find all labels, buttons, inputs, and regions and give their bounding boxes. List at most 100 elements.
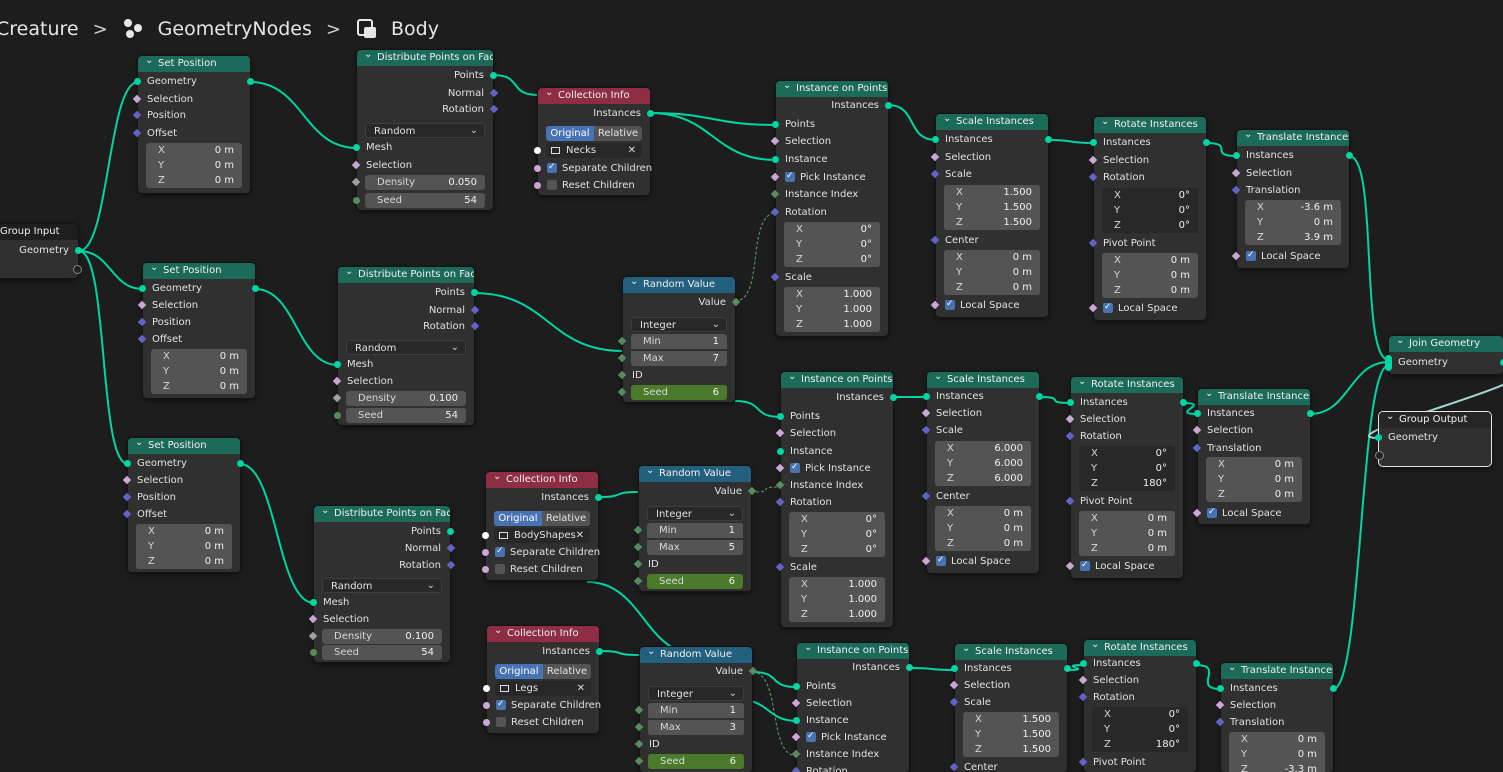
scale-y-field[interactable]: Y 1.000: [789, 592, 885, 607]
scale-z-field[interactable]: Z 1.000: [784, 317, 880, 332]
node-header[interactable]: Set Position: [138, 56, 250, 72]
input-socket[interactable]: [777, 413, 784, 420]
input-socket[interactable]: [1217, 685, 1224, 692]
scale-y-field[interactable]: Y 6.000: [935, 456, 1031, 471]
scale-z-field[interactable]: Z 1.500: [944, 215, 1040, 230]
input-socket[interactable]: [775, 480, 785, 490]
input-socket[interactable]: [791, 732, 801, 742]
translate-instances-node[interactable]: Translate Instances Instances Selection …: [1215, 663, 1337, 772]
input-socket-multi[interactable]: [1385, 355, 1392, 371]
reset-children-checkbox[interactable]: [495, 564, 505, 574]
local-space-checkbox[interactable]: [936, 552, 946, 569]
input-socket[interactable]: [777, 448, 784, 455]
input-socket[interactable]: [1065, 431, 1075, 441]
translation-z-field[interactable]: Z 3.9 m: [1245, 230, 1341, 245]
group-input-node[interactable]: Group Input Geometry: [0, 224, 82, 278]
rotation-x-field[interactable]: X 0°: [1102, 188, 1198, 203]
offset-z-field[interactable]: Z0 m: [136, 554, 232, 569]
input-socket[interactable]: [1192, 443, 1202, 453]
output-socket[interactable]: [1330, 685, 1337, 692]
input-socket-empty[interactable]: [1375, 451, 1384, 460]
input-socket[interactable]: [482, 566, 489, 573]
local-space-checkbox[interactable]: [945, 296, 955, 313]
input-socket[interactable]: [949, 680, 959, 690]
input-socket[interactable]: [930, 235, 940, 245]
input-socket[interactable]: [1088, 155, 1098, 165]
input-socket[interactable]: [1215, 700, 1225, 710]
input-socket[interactable]: [1080, 660, 1087, 667]
reset-children-checkbox[interactable]: [496, 717, 506, 727]
reset-children-checkbox[interactable]: [547, 180, 557, 190]
scale-y-field[interactable]: Y 1.500: [944, 200, 1040, 215]
input-socket[interactable]: [634, 722, 644, 732]
output-socket[interactable]: [906, 664, 913, 671]
translation-x-field[interactable]: X -3.6 m: [1245, 200, 1341, 215]
input-socket[interactable]: [921, 425, 931, 435]
collection-info-node[interactable]: Collection Info Instances OriginalRelati…: [534, 88, 654, 195]
node-header[interactable]: Group Input: [0, 224, 78, 240]
node-header[interactable]: Distribute Points on Faces: [314, 506, 450, 522]
input-socket[interactable]: [775, 497, 785, 507]
input-socket[interactable]: [633, 576, 643, 586]
input-socket[interactable]: [634, 705, 644, 715]
input-socket[interactable]: [1375, 434, 1382, 441]
scale-x-field[interactable]: X 1.500: [963, 712, 1059, 727]
input-socket[interactable]: [132, 110, 142, 120]
rotation-z-field[interactable]: Z 180°: [1079, 476, 1175, 491]
rotation-y-field[interactable]: Y 0°: [1102, 203, 1198, 218]
output-socket[interactable]: [470, 321, 480, 331]
max-field[interactable]: Max 7: [631, 351, 727, 366]
output-socket[interactable]: [1045, 136, 1052, 143]
instance-on-points-node[interactable]: Instance on Points Instances Points Sele…: [791, 643, 913, 772]
input-socket[interactable]: [132, 128, 142, 138]
input-socket[interactable]: [482, 532, 489, 539]
data-type-dropdown[interactable]: Integer ⌄: [647, 506, 743, 521]
input-socket[interactable]: [1065, 496, 1075, 506]
distribute-points-node[interactable]: Distribute Points on Faces Points Normal…: [308, 506, 456, 662]
node-editor-canvas[interactable]: Creature > GeometryNodes > Body Group In…: [0, 0, 1503, 772]
local-space-checkbox[interactable]: [1103, 299, 1113, 316]
output-socket[interactable]: [1180, 399, 1187, 406]
input-socket[interactable]: [1192, 508, 1202, 518]
input-socket[interactable]: [1194, 410, 1201, 417]
center-x-field[interactable]: X0 m: [944, 250, 1040, 265]
input-socket[interactable]: [633, 542, 643, 552]
node-header[interactable]: Instance on Points: [776, 81, 888, 97]
input-socket[interactable]: [122, 509, 132, 519]
center-x-field[interactable]: X0 m: [935, 506, 1031, 521]
offset-x-field[interactable]: X0 m: [146, 143, 242, 158]
translation-x-field[interactable]: X0 m: [1206, 457, 1302, 472]
random-value-node[interactable]: Random Value Value Integer⌄ Min1 Max7 ID…: [617, 277, 741, 402]
input-socket[interactable]: [770, 189, 780, 199]
pivot-y-field[interactable]: Y0 m: [1079, 526, 1175, 541]
node-header[interactable]: Rotate Instances: [1094, 117, 1206, 133]
input-socket[interactable]: [534, 182, 541, 189]
pivot-y-field[interactable]: Y0 m: [1102, 268, 1198, 283]
relative-option[interactable]: Relative: [594, 126, 642, 141]
node-header[interactable]: Collection Info: [538, 88, 650, 104]
translate-instances-node[interactable]: Translate Instances Instances Selection …: [1192, 389, 1314, 524]
data-type-dropdown[interactable]: Integer ⌄: [648, 686, 744, 701]
input-socket[interactable]: [617, 387, 627, 397]
output-socket[interactable]: [596, 648, 603, 655]
input-socket[interactable]: [1231, 185, 1241, 195]
input-socket[interactable]: [1088, 172, 1098, 182]
output-socket[interactable]: [490, 72, 497, 79]
input-socket[interactable]: [930, 300, 940, 310]
distribute-mode-dropdown[interactable]: Random ⌄: [322, 578, 442, 593]
translation-z-field[interactable]: Z0 m: [1206, 487, 1302, 502]
instance-on-points-node[interactable]: Instance on Points Instances Points Sele…: [775, 372, 897, 627]
input-socket[interactable]: [1215, 717, 1225, 727]
input-socket[interactable]: [1088, 238, 1098, 248]
input-socket[interactable]: [332, 393, 342, 403]
node-header[interactable]: Rotate Instances: [1084, 640, 1196, 656]
input-socket[interactable]: [791, 766, 801, 772]
output-socket[interactable]: [237, 460, 244, 467]
min-field[interactable]: Min 1: [647, 523, 743, 538]
output-socket[interactable]: [247, 78, 254, 85]
input-socket[interactable]: [775, 428, 785, 438]
offset-y-field[interactable]: Y0 m: [151, 364, 247, 379]
input-socket[interactable]: [122, 492, 132, 502]
pivot-x-field[interactable]: X0 m: [1079, 511, 1175, 526]
output-socket[interactable]: [1036, 393, 1043, 400]
